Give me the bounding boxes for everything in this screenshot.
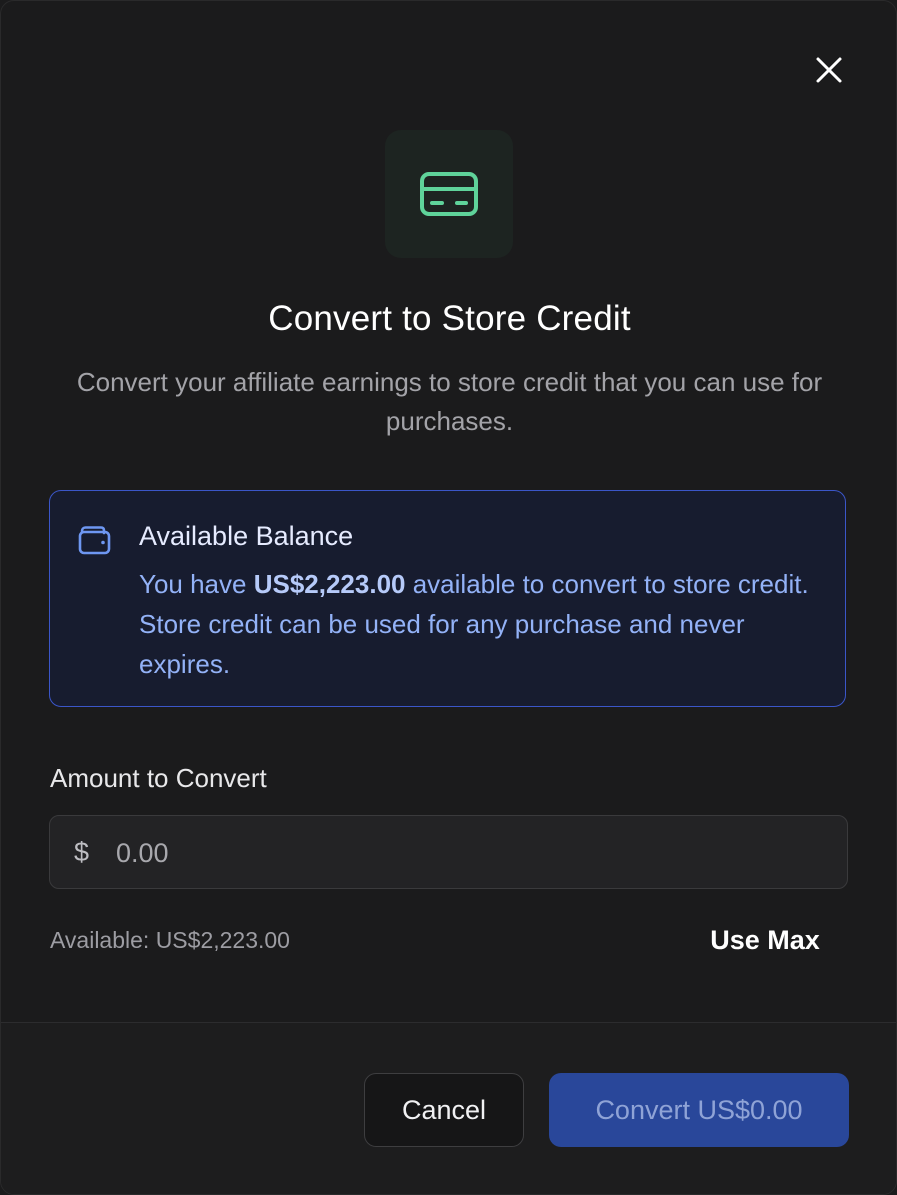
- balance-amount: US$2,223.00: [253, 569, 406, 599]
- hero-icon-container: [385, 130, 513, 258]
- close-icon: [816, 57, 842, 83]
- credit-card-icon: [420, 172, 478, 216]
- available-balance-notice: Available Balance You have US$2,223.00 a…: [49, 490, 846, 707]
- available-amount-text: Available: US$2,223.00: [50, 927, 290, 953]
- close-button[interactable]: [809, 50, 849, 90]
- amount-label: Amount to Convert: [50, 763, 267, 793]
- dialog-footer: Cancel Convert US$0.00: [1, 1022, 896, 1194]
- cancel-button[interactable]: Cancel: [364, 1073, 524, 1147]
- balance-text-before: You have: [139, 569, 254, 599]
- currency-symbol: $: [74, 837, 90, 867]
- convert-button[interactable]: Convert US$0.00: [549, 1073, 849, 1147]
- balance-notice-text: You have US$2,223.00 available to conver…: [139, 564, 819, 684]
- amount-input[interactable]: [114, 826, 818, 880]
- balance-notice-title: Available Balance: [139, 521, 354, 551]
- dialog-subtitle: Convert your affiliate earnings to store…: [76, 367, 823, 436]
- use-max-button[interactable]: Use Max: [693, 919, 837, 961]
- wallet-icon: [78, 526, 111, 555]
- convert-store-credit-dialog: Convert to Store Credit Convert your aff…: [0, 0, 897, 1195]
- amount-field: $: [49, 815, 848, 889]
- dialog-title: Convert to Store Credit: [268, 299, 631, 338]
